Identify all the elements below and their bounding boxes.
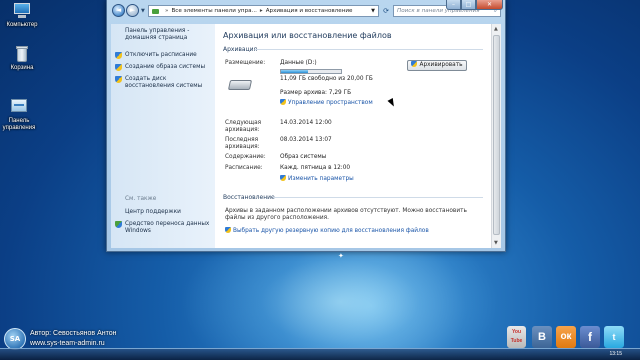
task-create-system-image[interactable]: Создание образа системы xyxy=(115,64,213,71)
task-disable-schedule[interactable]: Отключить расписание xyxy=(115,52,213,59)
desktop-icon-control-panel[interactable]: Панель управления xyxy=(2,98,36,132)
facebook-icon[interactable]: f xyxy=(580,326,600,348)
maximize-button[interactable]: □ xyxy=(461,0,476,10)
last-backup-label: Последняя архивация: xyxy=(225,137,260,150)
disk-usage-fill xyxy=(281,70,308,73)
control-panel-icon xyxy=(9,98,29,116)
odnoklassniki-icon[interactable]: ок xyxy=(556,326,576,348)
next-backup-value: 14.03.2014 12:00 xyxy=(280,120,332,126)
schedule-label: Расписание: xyxy=(225,165,263,171)
author-caption: Автор: Севостьянов Антон xyxy=(30,330,117,337)
main-content: Архивация или восстановление файлов Архи… xyxy=(215,24,491,248)
task-label: Создать диск восстановления системы xyxy=(125,76,203,89)
manage-space-link[interactable]: Управление пространством xyxy=(280,99,373,107)
channel-logo: SA xyxy=(4,328,26,350)
forward-button[interactable]: ► xyxy=(126,4,139,17)
breadcrumb-item[interactable]: Архивация и восстановление xyxy=(266,8,353,14)
close-button[interactable]: ✕ xyxy=(476,0,503,10)
window-controls: – □ ✕ xyxy=(446,0,503,10)
backup-size-text: Размер архива: 7,29 ГБ xyxy=(280,90,352,96)
task-label: Отключить расписание xyxy=(125,52,197,58)
desktop-icon-recycle-bin[interactable]: Корзина xyxy=(2,45,42,72)
uac-shield-icon xyxy=(115,76,122,83)
control-panel-folder-icon xyxy=(152,8,159,14)
twitter-icon[interactable]: t xyxy=(604,326,624,348)
recycle-bin-icon xyxy=(12,45,32,63)
easy-transfer-icon xyxy=(115,221,122,228)
desktop-icon-label: Компьютер xyxy=(6,22,38,28)
address-dropdown-icon[interactable]: ▼ xyxy=(371,8,375,14)
computer-icon xyxy=(12,2,32,20)
section-divider xyxy=(255,49,483,50)
desktop-icon-label: Корзина xyxy=(10,65,34,71)
free-space-text: 11,09 ГБ свободно из 20,00 ГБ xyxy=(280,76,373,82)
taskbar xyxy=(0,348,640,360)
taskbar-clock[interactable]: 13:15 xyxy=(609,351,622,357)
select-other-backup-link[interactable]: Выбрать другую резервную копию для восст… xyxy=(225,227,429,235)
sparkle-icon: ✦ xyxy=(338,252,344,260)
disk-usage-bar xyxy=(280,69,342,74)
uac-shield-icon xyxy=(280,175,286,181)
breadcrumb-separator-icon: ▸ xyxy=(259,8,263,14)
address-bar[interactable]: » Все элементы панели упра... ▸ Архиваци… xyxy=(148,5,379,17)
window-toolbar: ◄ ► ▼ » Все элементы панели упра... ▸ Ар… xyxy=(107,0,505,24)
restore-section-heading: Восстановление xyxy=(223,194,275,201)
uac-shield-icon xyxy=(225,227,231,233)
location-label: Размещение: xyxy=(225,60,266,66)
youtube-icon[interactable]: You Tube xyxy=(507,326,526,348)
section-divider xyxy=(273,197,483,198)
back-button[interactable]: ◄ xyxy=(112,4,125,17)
control-panel-home-link[interactable]: Панель управления - домашняя страница xyxy=(125,28,211,42)
see-also-heading: См. также xyxy=(125,196,157,202)
desktop-icon-computer[interactable]: Компьютер xyxy=(2,2,42,29)
refresh-icon[interactable]: ⟳ xyxy=(381,5,391,17)
uac-shield-icon xyxy=(115,52,122,59)
backup-now-button[interactable]: Архивировать xyxy=(407,60,467,71)
vk-icon[interactable]: В xyxy=(532,326,552,348)
change-settings-link[interactable]: Изменить параметры xyxy=(280,175,354,183)
vertical-scrollbar[interactable]: ▲ ▼ xyxy=(491,24,501,248)
recent-pages-dropdown[interactable]: ▼ xyxy=(141,8,145,14)
action-center-link[interactable]: Центр поддержки xyxy=(125,209,211,216)
schedule-value: Кажд. пятница в 12:00 xyxy=(280,165,351,171)
desktop-icon-label: Панель управления xyxy=(2,118,36,131)
scrollbar-thumb[interactable] xyxy=(493,35,500,235)
scroll-up-icon[interactable]: ▲ xyxy=(494,26,498,32)
uac-shield-icon xyxy=(280,99,286,105)
hard-drive-icon xyxy=(227,80,253,90)
restore-message: Архивы в заданном расположении архивов о… xyxy=(225,208,467,221)
task-pane: Панель управления - домашняя страница От… xyxy=(111,24,215,248)
backup-section-heading: Архивация xyxy=(223,46,258,53)
scroll-down-icon[interactable]: ▼ xyxy=(494,240,498,246)
next-backup-label: Следующая архивация: xyxy=(225,120,262,133)
page-title: Архивация или восстановление файлов xyxy=(223,31,392,40)
minimize-button[interactable]: – xyxy=(446,0,461,10)
explorer-window: ◄ ► ▼ » Все элементы панели упра... ▸ Ар… xyxy=(106,0,506,252)
breadcrumb-separator-icon: » xyxy=(165,8,169,14)
drive-name: Данные (D:) xyxy=(280,60,317,66)
task-create-repair-disc[interactable]: Создать диск восстановления системы xyxy=(115,76,213,90)
website-caption: www.sys-team-admin.ru xyxy=(30,340,105,347)
task-label: Средство переноса данных Windows xyxy=(125,221,210,234)
breadcrumb-item[interactable]: Все элементы панели упра... xyxy=(171,8,256,14)
task-label: Создание образа системы xyxy=(125,64,206,70)
uac-shield-icon xyxy=(411,61,418,67)
contents-label: Содержание: xyxy=(225,154,266,160)
windows-easy-transfer-link[interactable]: Средство переноса данных Windows xyxy=(115,221,213,235)
last-backup-value: 08.03.2014 13:07 xyxy=(280,137,332,143)
contents-value: Образ системы xyxy=(280,154,327,160)
uac-shield-icon xyxy=(115,64,122,71)
